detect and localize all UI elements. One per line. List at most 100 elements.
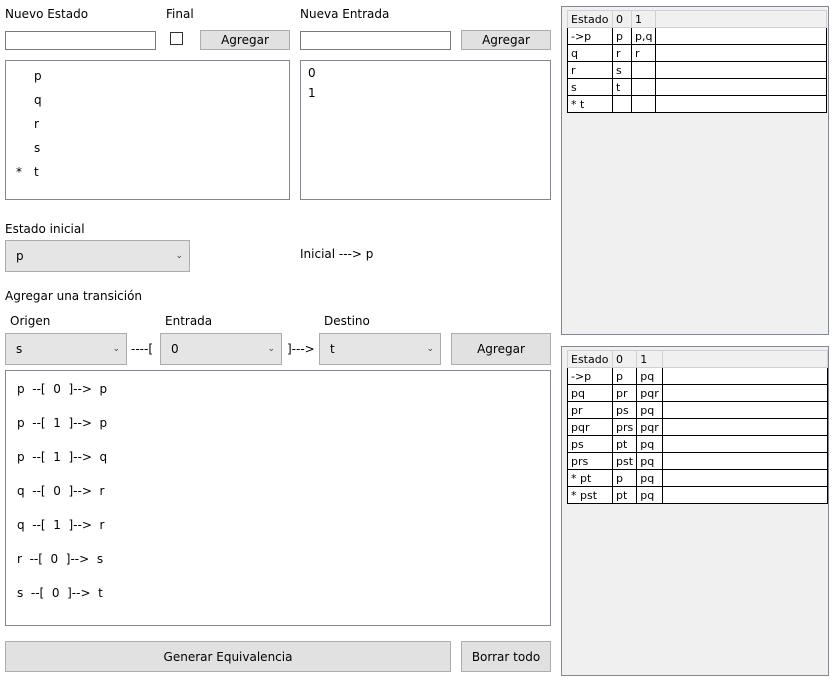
add-input-button[interactable]: Agregar [461, 30, 551, 50]
table-row[interactable]: rs [567, 61, 828, 79]
transition-separator-left: ----[ [131, 342, 154, 356]
table-cell[interactable]: pq [636, 367, 664, 385]
table-header-cell[interactable]: 1 [636, 350, 664, 368]
table-row[interactable]: ->p p pq [567, 367, 828, 385]
add-state-button[interactable]: Agregar [200, 30, 290, 50]
table-cell[interactable]: pq [636, 435, 664, 453]
table-cell[interactable]: pt [611, 486, 638, 504]
final-checkbox[interactable] [170, 32, 183, 45]
table-cell[interactable]: pr [611, 384, 638, 402]
table-cell[interactable]: pqr [567, 418, 613, 436]
table-cell[interactable]: ps [611, 401, 638, 419]
table-cell[interactable]: pst [611, 452, 638, 470]
table-cell[interactable]: ->p [567, 27, 613, 45]
table-cell[interactable] [630, 78, 657, 96]
table-cell[interactable]: pq [636, 469, 664, 487]
transitions-list[interactable]: p --[ 0 ]--> p p --[ 1 ]--> p p --[ 1 ]-->… [5, 370, 551, 626]
transition-list-item[interactable]: s --[ 0 ]--> t [17, 586, 103, 600]
transition-list-item[interactable]: p --[ 0 ]--> p [17, 382, 107, 396]
table-row[interactable]: ->p p p,q [567, 27, 828, 45]
table-header-cell[interactable]: 0 [612, 10, 632, 28]
table-row-filler [655, 44, 828, 62]
transition-list-item[interactable]: q --[ 0 ]--> r [17, 484, 104, 498]
table-row-filler [655, 61, 828, 79]
chevron-down-icon: ⌄ [175, 251, 183, 261]
table-cell[interactable]: p,q [630, 27, 657, 45]
table-row[interactable]: pqr prs pqr [567, 418, 828, 436]
table-cell[interactable]: q [567, 44, 613, 62]
input-select[interactable]: 0 ⌄ [160, 333, 282, 365]
table-cell[interactable]: s [612, 61, 632, 79]
new-state-input[interactable] [5, 31, 156, 50]
dfa-transition-table: Estado 0 1 ->p p pq pq pr pqr pr ps pq pqr prs pqr ps pt… [567, 350, 828, 504]
table-cell[interactable]: * t [567, 95, 613, 113]
state-list-item[interactable]: p [34, 69, 42, 83]
table-cell[interactable]: pq [636, 486, 664, 504]
table-row-filler [662, 367, 828, 385]
table-cell[interactable]: r [612, 44, 632, 62]
add-transition-button[interactable]: Agregar [451, 333, 551, 365]
table-cell[interactable]: * pt [567, 469, 613, 487]
clear-all-button[interactable]: Borrar todo [461, 641, 551, 672]
initial-state-select[interactable]: p ⌄ [5, 240, 190, 272]
table-cell[interactable] [630, 61, 657, 79]
input-list-item[interactable]: 1 [308, 86, 316, 100]
table-header-cell[interactable]: Estado [567, 350, 613, 368]
table-row[interactable]: * pst pt pq [567, 486, 828, 504]
table-header-filler [655, 10, 828, 28]
table-header-cell[interactable]: 1 [630, 10, 657, 28]
transition-list-item[interactable]: q --[ 1 ]--> r [17, 518, 104, 532]
table-row[interactable]: qrr [567, 44, 828, 62]
state-list-item[interactable]: r [34, 117, 39, 131]
table-cell[interactable]: * pst [567, 486, 613, 504]
table-cell[interactable]: prs [567, 452, 613, 470]
table-row-filler [662, 384, 828, 402]
table-row[interactable]: prs pst pq [567, 452, 828, 470]
destination-label: Destino [324, 314, 370, 328]
table-header-cell[interactable]: Estado [567, 10, 613, 28]
table-cell[interactable]: ps [567, 435, 613, 453]
state-list-item[interactable]: t [34, 165, 39, 179]
chevron-down-icon: ⌄ [112, 344, 120, 354]
origin-select[interactable]: s ⌄ [5, 333, 127, 365]
table-cell[interactable]: r [567, 61, 613, 79]
table-cell[interactable]: ->p [567, 367, 613, 385]
table-row[interactable]: ps pt pq [567, 435, 828, 453]
table-row[interactable]: * pt p pq [567, 469, 828, 487]
chevron-down-icon: ⌄ [267, 344, 275, 354]
table-cell[interactable]: p [611, 469, 638, 487]
state-list-item[interactable]: q [34, 93, 42, 107]
table-cell[interactable]: pqr [636, 384, 664, 402]
destination-select[interactable]: t ⌄ [319, 333, 441, 365]
table-cell[interactable] [612, 95, 632, 113]
new-input-field[interactable] [300, 31, 451, 50]
table-row[interactable]: pq pr pqr [567, 384, 828, 402]
table-cell[interactable]: pq [636, 401, 664, 419]
table-cell[interactable]: prs [611, 418, 638, 436]
table-cell[interactable]: r [630, 44, 657, 62]
table-row[interactable]: st [567, 78, 828, 96]
table-row-filler [662, 486, 828, 504]
table-row[interactable]: pr ps pq [567, 401, 828, 419]
transition-list-item[interactable]: r --[ 0 ]--> s [17, 552, 103, 566]
states-list[interactable]: p q r s * t [5, 60, 290, 200]
table-cell[interactable]: pqr [636, 418, 664, 436]
inputs-list[interactable]: 01 [300, 60, 551, 200]
table-cell[interactable]: p [612, 27, 632, 45]
input-list-item[interactable]: 0 [308, 66, 316, 80]
table-cell[interactable]: pq [636, 452, 664, 470]
generate-equivalence-button[interactable]: Generar Equivalencia [5, 641, 451, 672]
table-header-cell[interactable]: 0 [611, 350, 638, 368]
table-cell[interactable]: t [612, 78, 632, 96]
table-cell[interactable]: p [611, 367, 638, 385]
state-final-marker: * [16, 165, 22, 179]
table-row[interactable]: * t [567, 95, 828, 113]
table-cell[interactable]: s [567, 78, 613, 96]
table-cell[interactable]: pt [611, 435, 638, 453]
transition-list-item[interactable]: p --[ 1 ]--> p [17, 416, 107, 430]
table-cell[interactable]: pq [567, 384, 613, 402]
transition-list-item[interactable]: p --[ 1 ]--> q [17, 450, 107, 464]
table-cell[interactable] [630, 95, 657, 113]
table-cell[interactable]: pr [567, 401, 613, 419]
state-list-item[interactable]: s [34, 141, 40, 155]
